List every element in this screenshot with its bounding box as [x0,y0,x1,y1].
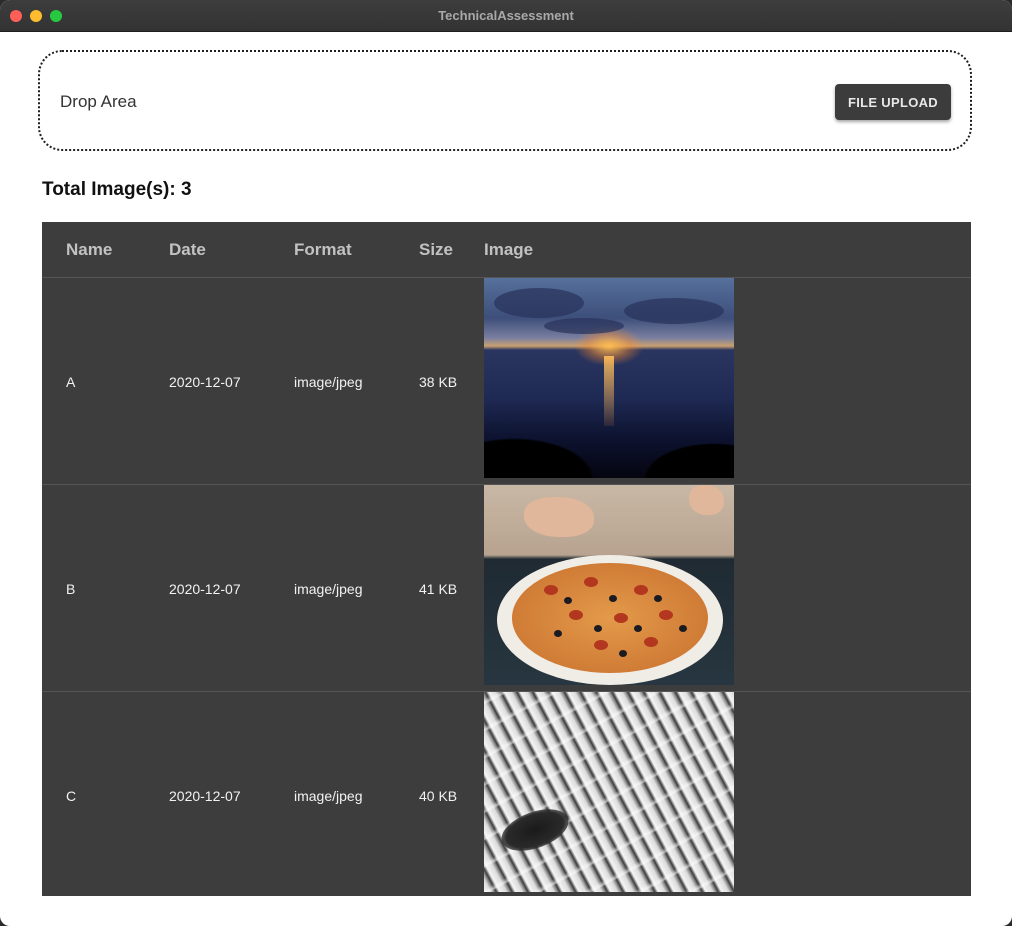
images-table: Name Date Format Size Image A 2020-12-07… [42,222,971,896]
app-window: TechnicalAssessment Drop Area FILE UPLOA… [0,0,1012,926]
cell-format: image/jpeg [294,788,363,804]
cell-size: 41 KB [419,581,458,597]
cell-format: image/jpeg [294,581,363,597]
sunset-thumbnail [484,278,734,478]
column-header-format[interactable]: Format [294,240,352,260]
column-header-date[interactable]: Date [169,240,206,260]
table-header: Name Date Format Size Image [42,222,971,278]
cell-format: image/jpeg [294,374,363,390]
window-title: TechnicalAssessment [438,8,574,23]
table-row[interactable]: A 2020-12-07 image/jpeg 38 KB [42,278,971,485]
title-bar[interactable]: TechnicalAssessment [0,0,1012,32]
architecture-thumbnail [484,692,734,892]
cell-date: 2020-12-07 [169,581,241,597]
cell-size: 38 KB [419,374,458,390]
table-row[interactable]: B 2020-12-07 image/jpeg 41 KB [42,485,971,692]
column-header-size[interactable]: Size [419,240,453,260]
column-header-image: Image [484,240,534,259]
cell-name: A [66,374,76,390]
pizza-thumbnail [484,485,734,685]
drop-area-label: Drop Area [60,92,137,111]
cell-size: 40 KB [419,788,458,804]
cell-date: 2020-12-07 [169,374,241,390]
file-upload-button[interactable]: FILE UPLOAD [835,84,951,120]
drop-area[interactable]: Drop Area FILE UPLOAD [38,50,972,151]
cell-date: 2020-12-07 [169,788,241,804]
column-header-name[interactable]: Name [66,240,112,260]
total-images-label: Total Image(s): 3 [42,179,192,200]
cell-name: C [66,788,77,804]
table-row[interactable]: C 2020-12-07 image/jpeg 40 KB [42,692,971,898]
cell-name: B [66,581,76,597]
